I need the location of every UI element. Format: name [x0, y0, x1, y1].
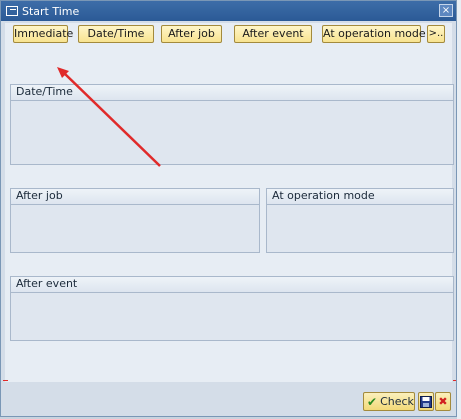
- cancel-x-icon: ✖: [438, 395, 448, 408]
- after-job-button[interactable]: After job: [161, 25, 222, 43]
- background-edge: [457, 0, 461, 419]
- close-button[interactable]: ×: [439, 4, 453, 17]
- floppy-disk-icon: [420, 396, 432, 408]
- date-time-group: Date/Time: [10, 84, 454, 165]
- red-corner-mark-left: [3, 380, 8, 381]
- after-event-button[interactable]: After event: [234, 25, 312, 43]
- date-time-button[interactable]: Date/Time: [78, 25, 154, 43]
- dialog-footer: ✔ Check ✖: [1, 384, 456, 416]
- after-job-group-title: After job: [11, 189, 259, 205]
- at-operation-mode-group-title: At operation mode: [267, 189, 453, 205]
- save-button[interactable]: [418, 392, 434, 411]
- check-button-label: Check: [380, 395, 414, 408]
- immediate-button[interactable]: Immediate: [13, 25, 73, 43]
- after-event-group: After event: [10, 276, 454, 341]
- more-options-button[interactable]: >..: [427, 25, 445, 43]
- window-icon: [6, 6, 18, 16]
- check-button[interactable]: ✔ Check: [363, 392, 415, 411]
- title-bar: Start Time ×: [1, 1, 456, 21]
- red-corner-mark-right: [453, 380, 456, 381]
- dialog-title: Start Time: [22, 4, 80, 18]
- at-operation-mode-group: At operation mode: [266, 188, 454, 253]
- date-time-group-title: Date/Time: [11, 85, 453, 101]
- start-time-dialog: Start Time × Immediate Date/Time After j…: [0, 0, 457, 417]
- checkmark-icon: ✔: [367, 394, 378, 409]
- at-operation-mode-button[interactable]: At operation mode: [322, 25, 426, 43]
- after-event-group-title: After event: [11, 277, 453, 293]
- after-job-group: After job: [10, 188, 260, 253]
- cancel-button[interactable]: ✖: [435, 392, 451, 411]
